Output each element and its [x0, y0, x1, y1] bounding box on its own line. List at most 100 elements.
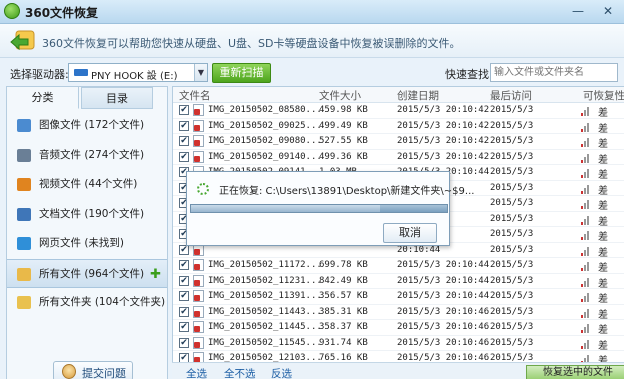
file-size-cell: 527.55 KB — [319, 136, 368, 146]
column-header-recoverability[interactable]: 可恢复性 — [583, 88, 624, 103]
sidebar-item-label: 网页文件 (未找到) — [39, 237, 125, 249]
sidebar-item-label: 视频文件 (44个文件) — [39, 178, 138, 190]
table-row[interactable]: ✔ IMG_20150502_11391... 356.57 KB 2015/5/3 … — [173, 289, 624, 305]
plus-icon[interactable]: ✚ — [150, 260, 161, 289]
signal-bars-icon — [581, 214, 591, 225]
sidebar-item[interactable]: 所有文件夹 (104个文件夹) — [7, 288, 167, 318]
table-row[interactable]: ✔ IMG_20150502_11545... 931.74 KB 2015/5/3 … — [173, 336, 624, 352]
invert-selection-link[interactable]: 反选 — [271, 366, 292, 379]
recoverability-status: 差 — [598, 123, 608, 135]
bottom-bar: 全选 全不选 反选 恢复选中的文件 — [172, 362, 624, 379]
created-date-cell: 2015/5/3 20:10:44 — [397, 291, 490, 301]
drive-dropdown[interactable]: PNY HOOK 設 (E:) — [68, 63, 208, 82]
signal-bar — [584, 110, 586, 116]
document-icon — [17, 207, 31, 221]
last-access-cell: 2015/5/3 — [490, 136, 534, 146]
table-row[interactable]: ✔ IMG_20150502_11443... 385.31 KB 2015/5/3 … — [173, 305, 624, 321]
all-files-icon — [17, 267, 31, 281]
row-checkbox[interactable]: ✔ — [179, 136, 189, 146]
last-access-cell: 2015/5/3 — [490, 120, 534, 131]
table-row[interactable]: ✔ IMG_20150502_09080... 527.55 KB 2015/5/3 … — [173, 134, 624, 150]
deleted-file-icon — [193, 321, 204, 333]
title-bar[interactable]: 360文件恢复 — ✕ — [0, 0, 624, 24]
table-row[interactable]: ✔ IMG_20150502_09140... 499.36 KB 2015/5/3 … — [173, 150, 624, 166]
feedback-button[interactable]: 提交问题 — [53, 361, 133, 379]
sidebar-item[interactable]: 视频文件 (44个文件) — [7, 170, 167, 200]
sidebar-item[interactable]: 音频文件 (274个文件) — [7, 141, 167, 171]
signal-bar — [587, 138, 589, 147]
row-checkbox[interactable]: ✔ — [179, 120, 189, 131]
table-row[interactable]: ✔ IMG_20150502_11445... 358.37 KB 2015/5/3 … — [173, 320, 624, 336]
recoverability-status: 差 — [598, 263, 608, 274]
select-none-link[interactable]: 全不选 — [224, 366, 256, 379]
row-checkbox[interactable]: ✔ — [179, 244, 189, 255]
column-header-accessed[interactable]: 最后访问 — [490, 88, 532, 103]
signal-bar — [581, 252, 583, 256]
sidebar-item-label: 音频文件 (274个文件) — [39, 148, 145, 161]
file-name-cell: IMG_20150502_09080... — [208, 136, 322, 146]
last-access-cell: 2015/5/3 — [490, 198, 534, 208]
deleted-file-icon — [193, 104, 204, 116]
row-checkbox[interactable]: ✔ — [179, 260, 189, 270]
cancel-button[interactable]: 取消 — [383, 223, 437, 243]
sidebar-item-label: 所有文件 (964个文件) — [39, 267, 145, 280]
signal-bar — [581, 113, 583, 116]
file-name-cell: IMG_20150502_11445... — [208, 322, 322, 332]
signal-bar — [584, 234, 586, 240]
signal-bars-icon — [581, 198, 591, 209]
table-row[interactable]: ✔ IMG_20150502_09025... 499.49 KB 2015/5/3 … — [173, 119, 624, 135]
chevron-down-icon[interactable]: ▼ — [194, 64, 207, 81]
signal-bar — [584, 203, 586, 209]
tab-directory[interactable]: 目录 — [81, 87, 153, 109]
row-checkbox[interactable]: ✔ — [179, 291, 189, 301]
category-sidebar: 分类 目录 图像文件 (172个文件) 音频文件 (274个文件) 视频文件 (44… — [6, 86, 168, 379]
column-header-created[interactable]: 创建日期 — [397, 88, 439, 103]
search-input[interactable] — [490, 63, 618, 82]
sidebar-item[interactable]: 图像文件 (172个文件) — [7, 111, 167, 141]
close-button[interactable]: ✕ — [594, 2, 622, 20]
file-size-cell: 356.57 KB — [319, 291, 368, 301]
signal-bar — [581, 206, 583, 209]
select-all-link[interactable]: 全选 — [186, 366, 207, 379]
table-row[interactable]: ✔ IMG_20150502_11231... 842.49 KB 2015/5/3 … — [173, 274, 624, 290]
sidebar-item[interactable]: 文档文件 (190个文件) — [7, 200, 167, 230]
file-size-cell: 459.98 KB — [319, 105, 368, 115]
sidebar-item[interactable]: 网页文件 (未找到) — [7, 229, 167, 259]
file-name-cell: IMG_20150502_09140... — [208, 151, 322, 162]
row-checkbox[interactable]: ✔ — [179, 322, 189, 332]
window-title: 360文件恢复 — [25, 6, 99, 20]
signal-bar — [584, 172, 586, 178]
signal-bars-icon — [581, 291, 591, 302]
signal-bar — [584, 265, 586, 271]
row-checkbox[interactable]: ✔ — [179, 306, 189, 317]
table-row[interactable]: ✔ IMG_20150502_11172... 699.78 KB 2015/5/3 … — [173, 258, 624, 274]
column-header-name[interactable]: 文件名 — [179, 88, 211, 103]
row-checkbox[interactable]: ✔ — [179, 151, 189, 162]
signal-bar — [587, 262, 589, 271]
sidebar-item[interactable]: 所有文件 (964个文件) ✚ — [7, 258, 167, 289]
progress-bar — [190, 204, 448, 213]
app-logo-icon — [4, 3, 20, 19]
last-access-cell: 2015/5/3 — [490, 337, 534, 348]
created-date-cell: 2015/5/3 20:10:46 — [397, 306, 490, 317]
column-header-size[interactable]: 文件大小 — [319, 88, 361, 103]
signal-bars-icon — [581, 229, 591, 240]
recoverability-status: 差 — [598, 325, 608, 336]
signal-bar — [581, 237, 583, 240]
row-checkbox[interactable]: ✔ — [179, 275, 189, 286]
rescan-button[interactable]: 重新扫描 — [212, 63, 271, 83]
tab-category[interactable]: 分类 — [7, 87, 79, 109]
signal-bars-icon — [581, 307, 591, 318]
created-date-cell: 2015/5/3 20:10:42 — [397, 136, 490, 146]
last-access-cell: 2015/5/3 — [490, 105, 534, 115]
row-checkbox[interactable]: ✔ — [179, 105, 189, 115]
row-checkbox[interactable]: ✔ — [179, 337, 189, 348]
signal-bar — [581, 175, 583, 178]
table-row[interactable]: ✔ IMG_20150502_08580... 459.98 KB 2015/5/3 … — [173, 103, 624, 119]
minimize-button[interactable]: — — [564, 2, 592, 20]
support-avatar-icon — [62, 364, 76, 379]
category-list: 图像文件 (172个文件) 音频文件 (274个文件) 视频文件 (44个文件) 文档… — [7, 111, 167, 318]
created-date-cell: 2015/5/3 20:10:44 — [397, 275, 490, 286]
file-name-cell: IMG_20150502_11172... — [208, 260, 322, 270]
recover-selected-button[interactable]: 恢复选中的文件 — [526, 365, 624, 379]
